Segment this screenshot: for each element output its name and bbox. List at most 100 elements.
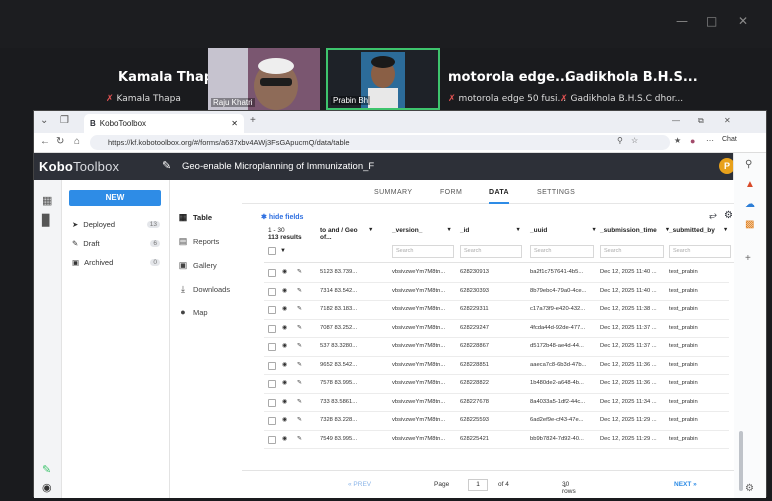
shopping-icon[interactable]: ▲ (745, 179, 755, 190)
edit-icon[interactable]: ✎ (297, 380, 302, 386)
edit-icon[interactable]: ✎ (297, 399, 302, 405)
edit-icon[interactable]: ✎ (297, 362, 302, 368)
filter-input[interactable]: Search (530, 245, 594, 258)
home-icon[interactable]: ⌂ (74, 136, 80, 147)
row-checkbox[interactable] (268, 380, 276, 388)
filter-input[interactable]: Search (669, 245, 731, 258)
tab-form[interactable]: FORM (440, 189, 462, 196)
close-icon[interactable]: ✕ (738, 14, 748, 28)
tab-data[interactable]: DATA (489, 189, 510, 204)
next-button[interactable]: NEXT » (674, 481, 697, 488)
new-tab-icon[interactable]: + (250, 115, 256, 126)
zoom-icon[interactable]: ⚲ (617, 136, 623, 145)
sidebar-item-archived[interactable]: ▣ Archived 0 (72, 258, 160, 267)
page-input[interactable]: 1 (468, 479, 488, 491)
row-checkbox[interactable] (268, 361, 276, 370)
column-header[interactable]: _version_ ▼ (392, 227, 452, 234)
edit-icon[interactable]: ✎ (297, 343, 302, 349)
hide-fields-link[interactable]: ✱ hide fields (261, 213, 303, 221)
edit-icon[interactable]: ✎ (42, 463, 51, 476)
edit-icon[interactable]: ✎ (297, 436, 302, 442)
edit-icon[interactable]: ✎ (297, 288, 302, 294)
chevron-down-icon[interactable]: ⌄ (40, 115, 48, 126)
caret-down-icon[interactable]: ▼ (280, 248, 286, 254)
video-tile-raju[interactable]: Raju Khatri (208, 48, 320, 110)
copilot-chat-label[interactable]: Chat (722, 136, 737, 143)
tab-summary[interactable]: SUMMARY (374, 189, 412, 196)
tab-settings[interactable]: SETTINGS (537, 189, 575, 196)
row-checkbox[interactable] (268, 306, 276, 314)
close-icon[interactable]: ✕ (724, 116, 731, 125)
row-checkbox[interactable] (268, 324, 276, 333)
video-tile-prabin[interactable]: Prabin Bh (326, 48, 440, 110)
column-header[interactable]: _id ▼ (460, 227, 521, 234)
restore-icon[interactable]: ⧉ (698, 116, 704, 126)
settings-icon[interactable]: ⚙ (745, 483, 754, 494)
tabs-icon[interactable]: ❐ (60, 115, 69, 126)
view-icon[interactable]: ◉ (282, 306, 287, 312)
close-tab-icon[interactable]: ✕ (231, 119, 238, 128)
projects-icon[interactable]: ▦ (42, 194, 52, 207)
row-checkbox[interactable] (268, 269, 276, 277)
view-icon[interactable]: ◉ (282, 288, 287, 294)
nav-map[interactable]: ● Map (178, 307, 207, 317)
nav-table[interactable]: ▦ Table (178, 212, 212, 223)
view-icon[interactable]: ◉ (282, 269, 287, 275)
new-button[interactable]: NEW (69, 190, 161, 206)
sidebar-item-deployed[interactable]: ➤ Deployed 13 (72, 220, 160, 229)
view-icon[interactable]: ◉ (282, 343, 287, 349)
table-row[interactable]: ◉ ✎ 7314 83.542... vbsivzweYm7M8tn... 628230… (264, 283, 729, 301)
table-row[interactable]: ◉ ✎ 7328 83.228... vbsivzweYm7M8tn... 628225… (264, 412, 729, 431)
filter-input[interactable]: Search (392, 245, 454, 258)
table-row[interactable]: ◉ ✎ 537 83.3280... vbsivzweYm7M8tn... 628228… (264, 338, 729, 357)
search-icon[interactable]: ⚲ (745, 159, 752, 170)
column-header[interactable]: to and / Geo of... ▼ (320, 227, 386, 241)
view-icon[interactable]: ◉ (282, 417, 287, 423)
browser-tab[interactable]: B KoboToolbox ✕ (84, 114, 244, 133)
cloud-icon[interactable]: ☁ (745, 199, 755, 210)
sidebar-item-draft[interactable]: ✎ Draft 6 (72, 239, 160, 248)
table-row[interactable]: ◉ ✎ 7549 83.995... vbsivzweYm7M8tn... 628225… (264, 431, 729, 449)
rows-per-page-select[interactable]: 30 rows ⌄ (562, 481, 576, 495)
maximize-icon[interactable]: □ (706, 14, 717, 28)
table-row[interactable]: ◉ ✎ 7182 83.183... vbsivzweYm7M8tn... 628229… (264, 301, 729, 320)
favorite-icon[interactable]: ☆ (631, 136, 638, 145)
table-row[interactable]: ◉ ✎ 9652 83.542... vbsivzweYm7M8tn... 628228… (264, 357, 729, 375)
table-scrollbar[interactable] (739, 431, 743, 491)
view-icon[interactable]: ◉ (282, 436, 287, 442)
edit-icon[interactable]: ✎ (297, 325, 302, 331)
office-icon[interactable]: ▩ (745, 219, 754, 230)
column-header[interactable]: _submitted_by ▼ (669, 227, 728, 234)
settings-icon[interactable]: ⚙ (724, 210, 733, 221)
view-icon[interactable]: ◉ (282, 399, 287, 405)
row-checkbox[interactable] (268, 435, 276, 444)
back-icon[interactable]: ← (40, 136, 50, 147)
url-input[interactable]: https://kf.kobotoolbox.org/#/forms/a637x… (90, 135, 670, 150)
table-row[interactable]: ◉ ✎ 5123 83.739... vbsivzweYm7M8tn... 628230… (264, 264, 729, 283)
table-row[interactable]: ◉ ✎ 7087 83.252... vbsivzweYm7M8tn... 628229… (264, 320, 729, 338)
edit-icon[interactable]: ✎ (297, 306, 302, 312)
minimize-icon[interactable]: — (672, 116, 680, 125)
view-icon[interactable]: ◉ (282, 325, 287, 331)
library-icon[interactable]: ▉ (42, 214, 50, 227)
row-checkbox[interactable] (268, 343, 276, 351)
table-row[interactable]: ◉ ✎ 7578 83.995... vbsivzweYm7M8tn... 628228… (264, 375, 729, 394)
profile-icon[interactable]: ● (690, 136, 695, 146)
row-checkbox[interactable] (268, 417, 276, 425)
nav-gallery[interactable]: ▣ Gallery (178, 260, 217, 271)
row-checkbox[interactable] (268, 287, 276, 296)
expand-icon[interactable]: ⥂ (709, 210, 717, 221)
view-icon[interactable]: ◉ (282, 362, 287, 368)
kobo-logo[interactable]: KoboToolbox (39, 159, 119, 174)
row-checkbox[interactable] (268, 398, 276, 407)
select-all-checkbox[interactable] (268, 247, 276, 255)
favorites-bar-icon[interactable]: ★ (674, 136, 681, 145)
view-icon[interactable]: ◉ (282, 380, 287, 386)
table-row[interactable]: ◉ ✎ 733 83.5861... vbsivzweYm7M8tn... 628227… (264, 394, 729, 412)
column-header[interactable]: _submission_time ▼ (600, 227, 670, 234)
edit-icon[interactable]: ✎ (297, 417, 302, 423)
reload-icon[interactable]: ↻ (56, 136, 64, 147)
nav-reports[interactable]: ▤ Reports (178, 236, 220, 247)
more-icon[interactable]: ⋯ (706, 136, 714, 145)
filter-input[interactable]: Search (600, 245, 664, 258)
